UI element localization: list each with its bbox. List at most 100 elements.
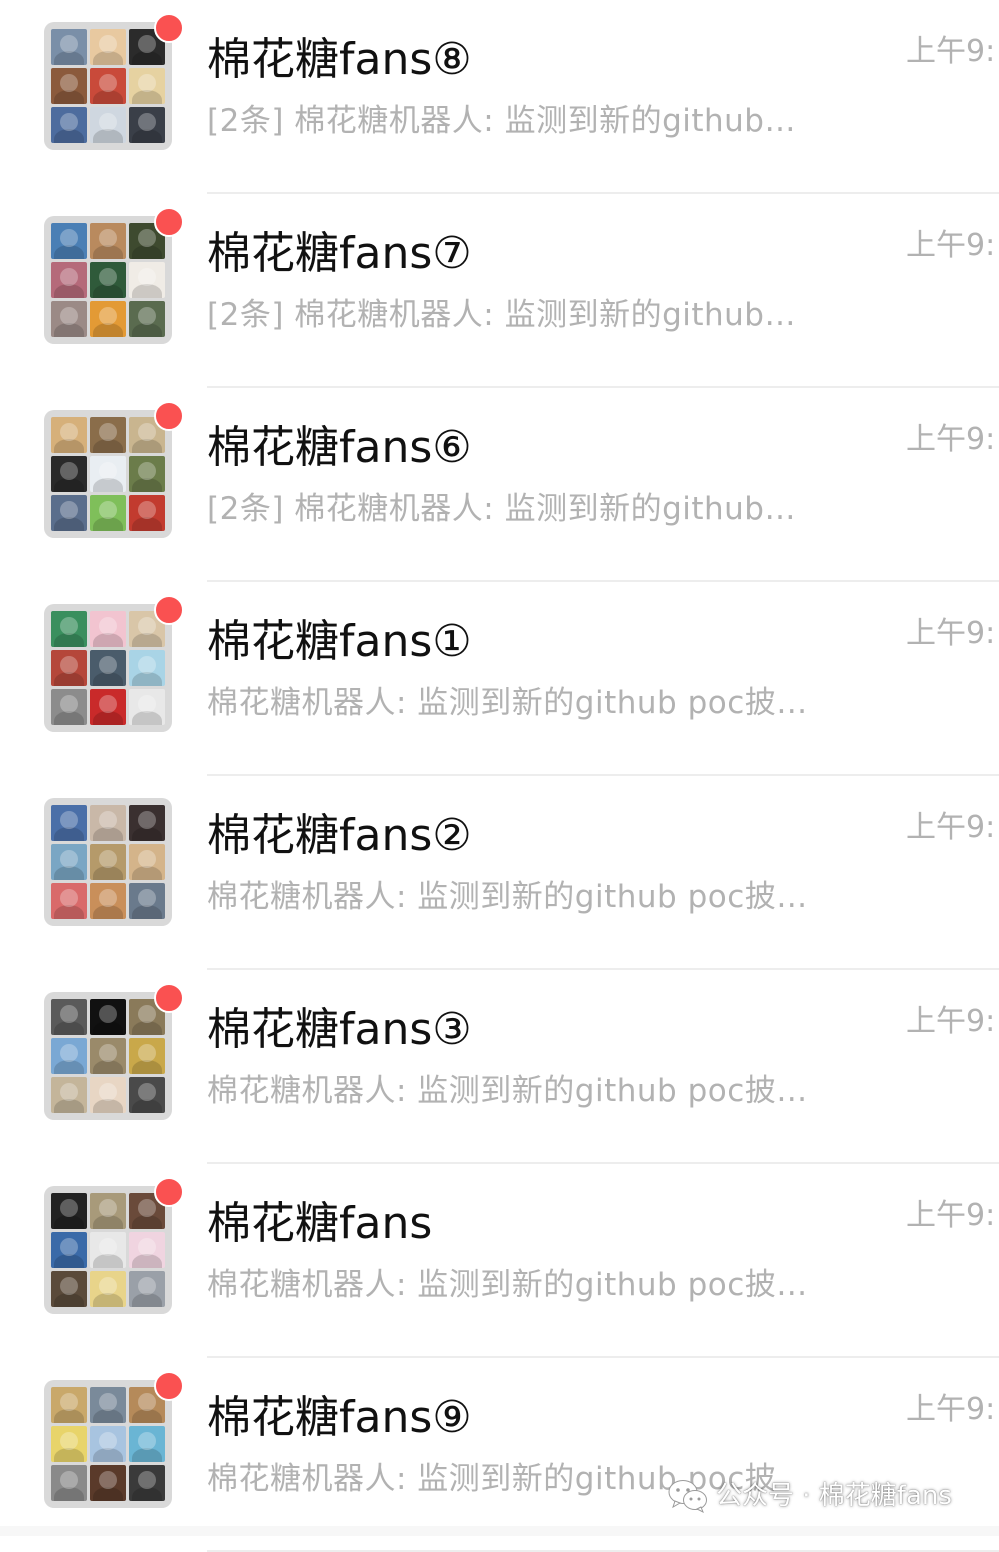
group-avatar-wrap[interactable] <box>44 1177 184 1314</box>
avatar-tile <box>129 1232 165 1268</box>
bottom-bar <box>0 1526 999 1536</box>
avatar-tile <box>90 844 126 880</box>
group-avatar-wrap[interactable] <box>44 1371 184 1508</box>
group-avatar-wrap[interactable] <box>44 13 184 150</box>
chat-row-5[interactable]: 棉花糖fans② 棉花糖机器人: 监测到新的github poc披… 上午9: <box>0 776 999 970</box>
chat-preview: 棉花糖机器人: 监测到新的github poc披… <box>207 685 808 721</box>
chat-row-4[interactable]: 棉花糖fans① 棉花糖机器人: 监测到新的github poc披… 上午9: <box>0 582 999 776</box>
chat-row-3[interactable]: 棉花糖fans⑥ [2条] 棉花糖机器人: 监测到新的github… 上午9: <box>0 388 999 582</box>
chat-title: 棉花糖fans① <box>207 616 472 667</box>
avatar-tile <box>129 689 165 725</box>
chat-title: 棉花糖fans⑧ <box>207 34 472 85</box>
unread-dot <box>154 13 184 43</box>
group-avatar[interactable] <box>44 992 172 1120</box>
avatar-tile <box>129 1271 165 1307</box>
group-avatar[interactable] <box>44 1380 172 1508</box>
group-avatar-wrap[interactable] <box>44 983 184 1120</box>
avatar-tile <box>51 29 87 65</box>
group-avatar-wrap[interactable] <box>44 798 172 926</box>
chat-time: 上午9: <box>906 1198 996 1233</box>
group-avatar-wrap[interactable] <box>44 401 184 538</box>
unread-dot <box>154 595 184 625</box>
avatar-tile <box>51 1387 87 1423</box>
chat-preview: 棉花糖机器人: 监测到新的github poc披… <box>207 1267 808 1303</box>
chat-preview: 棉花糖机器人: 监测到新的github poc披… <box>207 879 808 915</box>
avatar-tile <box>90 29 126 65</box>
avatar-tile <box>129 107 165 143</box>
avatar-tile <box>51 689 87 725</box>
group-avatar[interactable] <box>44 1186 172 1314</box>
avatar-tile <box>51 223 87 259</box>
avatar-tile <box>129 883 165 919</box>
avatar-tile <box>129 495 165 531</box>
avatar-tile <box>51 1271 87 1307</box>
group-avatar-wrap[interactable] <box>44 595 184 732</box>
avatar-tile <box>51 611 87 647</box>
watermark: 公众号 · 棉花糖fans <box>668 1476 952 1516</box>
watermark-text: 公众号 · 棉花糖fans <box>716 1481 952 1511</box>
group-avatar-wrap[interactable] <box>44 207 184 344</box>
group-avatar[interactable] <box>44 22 172 150</box>
chat-row-7[interactable]: 棉花糖fans 棉花糖机器人: 监测到新的github poc披… 上午9: <box>0 1164 999 1358</box>
avatar-tile <box>51 495 87 531</box>
chat-preview: [2条] 棉花糖机器人: 监测到新的github… <box>207 491 796 527</box>
avatar-tile <box>90 262 126 298</box>
chat-row-8[interactable]: 棉花糖fans⑨ 棉花糖机器人: 监测到新的github poc披 上午9: <box>0 1358 999 1552</box>
chat-title: 棉花糖fans⑥ <box>207 422 472 473</box>
unread-dot <box>154 207 184 237</box>
avatar-tile <box>90 1271 126 1307</box>
avatar-tile <box>51 844 87 880</box>
avatar-tile <box>51 1426 87 1462</box>
avatar-tile <box>90 1077 126 1113</box>
avatar-tile <box>90 301 126 337</box>
avatar-tile <box>51 1465 87 1501</box>
avatar-tile <box>129 844 165 880</box>
avatar-tile <box>129 301 165 337</box>
avatar-tile <box>51 650 87 686</box>
avatar-tile <box>51 1232 87 1268</box>
avatar-tile <box>51 1077 87 1113</box>
chat-preview: [2条] 棉花糖机器人: 监测到新的github… <box>207 103 796 139</box>
chat-time: 上午9: <box>906 1392 996 1427</box>
chat-row-6[interactable]: 棉花糖fans③ 棉花糖机器人: 监测到新的github poc披… 上午9: <box>0 970 999 1164</box>
chat-list: 棉花糖fans⑧ [2条] 棉花糖机器人: 监测到新的github… 上午9: … <box>0 0 999 1552</box>
unread-dot <box>154 401 184 431</box>
group-avatar[interactable] <box>44 798 172 926</box>
chat-title: 棉花糖fans② <box>207 810 472 861</box>
chat-title: 棉花糖fans⑦ <box>207 228 472 279</box>
avatar-tile <box>90 223 126 259</box>
group-avatar[interactable] <box>44 604 172 732</box>
chat-time: 上午9: <box>906 34 996 69</box>
chat-time: 上午9: <box>906 810 996 845</box>
avatar-tile <box>90 1465 126 1501</box>
avatar-tile <box>90 1193 126 1229</box>
avatar-tile <box>129 68 165 104</box>
chat-preview: 棉花糖机器人: 监测到新的github poc披… <box>207 1073 808 1109</box>
chat-time: 上午9: <box>906 616 996 651</box>
avatar-tile <box>90 417 126 453</box>
avatar-tile <box>129 1077 165 1113</box>
avatar-tile <box>51 1193 87 1229</box>
chat-row-1[interactable]: 棉花糖fans⑧ [2条] 棉花糖机器人: 监测到新的github… 上午9: <box>0 0 999 194</box>
avatar-tile <box>129 1426 165 1462</box>
chat-preview: [2条] 棉花糖机器人: 监测到新的github… <box>207 297 796 333</box>
unread-dot <box>154 1177 184 1207</box>
chat-title: 棉花糖fans⑨ <box>207 1392 472 1443</box>
avatar-tile <box>90 107 126 143</box>
chat-time: 上午9: <box>906 1004 996 1039</box>
avatar-tile <box>51 301 87 337</box>
avatar-tile <box>90 456 126 492</box>
chat-row-2[interactable]: 棉花糖fans⑦ [2条] 棉花糖机器人: 监测到新的github… 上午9: <box>0 194 999 388</box>
avatar-tile <box>90 805 126 841</box>
avatar-tile <box>51 68 87 104</box>
group-avatar[interactable] <box>44 410 172 538</box>
avatar-tile <box>90 495 126 531</box>
chat-title: 棉花糖fans③ <box>207 1004 472 1055</box>
avatar-tile <box>90 1232 126 1268</box>
avatar-tile <box>129 456 165 492</box>
unread-dot <box>154 1371 184 1401</box>
avatar-tile <box>90 689 126 725</box>
group-avatar[interactable] <box>44 216 172 344</box>
avatar-tile <box>90 650 126 686</box>
avatar-tile <box>51 805 87 841</box>
